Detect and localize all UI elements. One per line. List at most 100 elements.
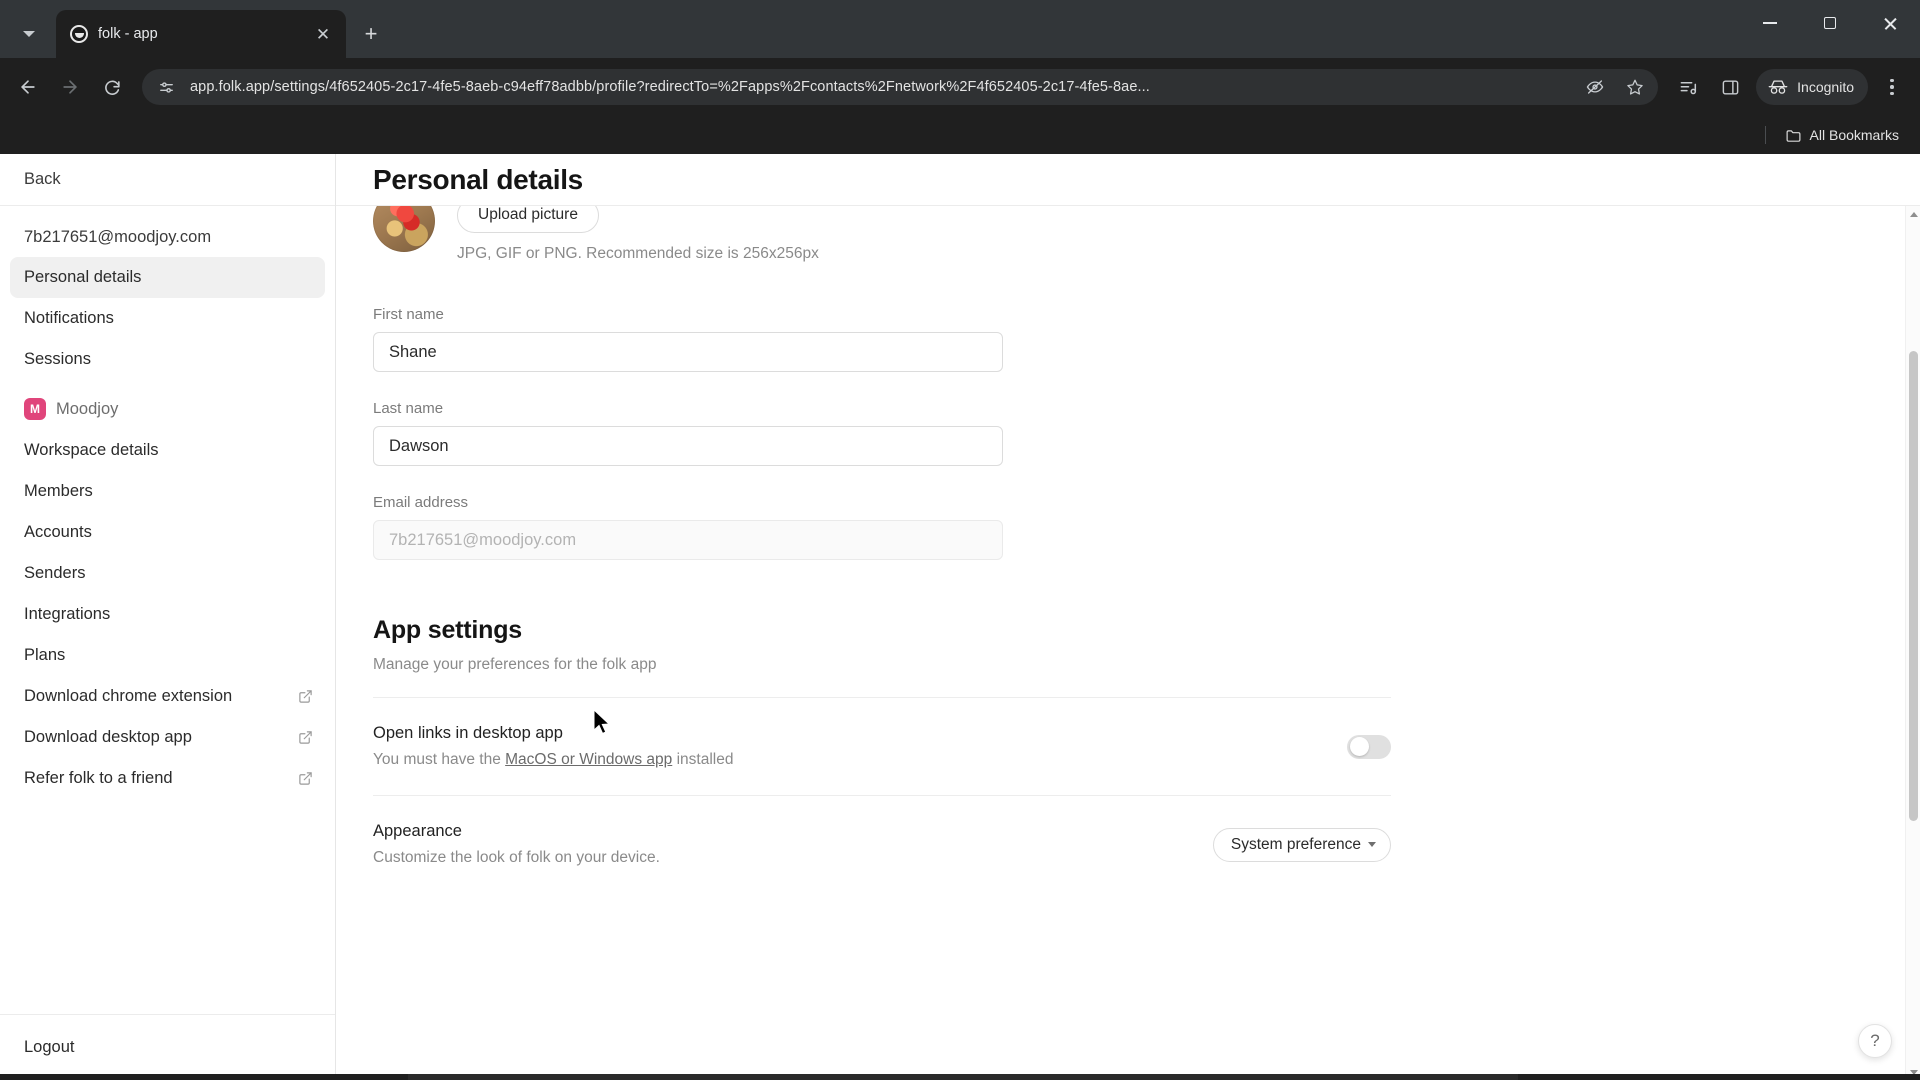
last-name-field-group: Last name <box>373 400 1391 466</box>
sidebar-item-workspace-details[interactable]: Workspace details <box>10 430 325 471</box>
bookmarks-bar: All Bookmarks <box>0 116 1920 154</box>
sidebar-item-label: Workspace details <box>24 441 159 459</box>
divider <box>1764 126 1766 144</box>
appearance-select-value: System preference <box>1230 835 1361 853</box>
desc-after: installed <box>672 751 734 768</box>
avatar <box>373 206 435 252</box>
forward-button[interactable] <box>50 67 90 107</box>
browser-menu-button[interactable] <box>1872 67 1912 107</box>
scroll-up-button[interactable] <box>1906 206 1920 222</box>
reload-button[interactable] <box>92 67 132 107</box>
sidebar-item-label: Plans <box>24 646 66 664</box>
open-links-toggle[interactable] <box>1347 734 1391 759</box>
window-controls <box>1740 0 1920 46</box>
sidebar-item-notifications[interactable]: Notifications <box>10 298 325 339</box>
last-name-input[interactable] <box>373 426 1003 466</box>
minimize-icon <box>1763 22 1777 24</box>
desktop-app-link[interactable]: MacOS or Windows app <box>505 751 672 768</box>
first-name-label: First name <box>373 306 444 323</box>
settings-content: Personal details Upload picture JPG, GIF… <box>336 154 1920 1080</box>
folder-icon <box>1786 129 1801 142</box>
chevron-down-icon <box>1368 842 1376 847</box>
sidebar-header: Back <box>0 154 335 206</box>
vertical-scrollbar[interactable] <box>1905 206 1920 1080</box>
email-input[interactable] <box>373 520 1003 560</box>
setting-row-appearance: Appearance Customize the look of folk on… <box>373 796 1391 893</box>
appearance-select[interactable]: System preference <box>1212 827 1391 862</box>
browser-window: folk - app ✕ + app.folk.app/settings/4f6… <box>0 0 1920 1080</box>
app-settings-section: App settings Manage your preferences for… <box>373 616 1391 893</box>
tab-search-button[interactable] <box>6 14 52 54</box>
workspace-badge-icon: M <box>24 398 46 420</box>
arrow-left-icon <box>21 80 35 94</box>
page-title: Personal details <box>373 163 583 195</box>
sidebar-item-personal-details[interactable]: Personal details <box>10 257 325 298</box>
back-link[interactable]: Back <box>16 165 69 194</box>
sidebar-item-download-desktop-app[interactable]: Download desktop app <box>10 717 325 758</box>
workspace-section: Workspace details Members Accounts Sende… <box>0 430 335 799</box>
url-text: app.folk.app/settings/4f652405-2c17-4fe5… <box>190 79 1150 95</box>
sidebar-item-members[interactable]: Members <box>10 471 325 512</box>
sidebar-item-accounts[interactable]: Accounts <box>10 512 325 553</box>
maximize-button[interactable] <box>1800 0 1860 46</box>
sidebar-item-integrations[interactable]: Integrations <box>10 594 325 635</box>
side-panel-icon[interactable] <box>1710 67 1750 107</box>
sidebar-item-label: Integrations <box>24 605 111 623</box>
sidebar-item-label: Sessions <box>24 350 91 368</box>
back-button[interactable] <box>8 67 48 107</box>
toggle-knob <box>1350 737 1369 756</box>
taskbar <box>0 1074 1920 1080</box>
last-name-label: Last name <box>373 400 444 417</box>
help-button[interactable]: ? <box>1858 1024 1892 1058</box>
app-settings-title: App settings <box>373 616 522 644</box>
personal-section: Personal details Notifications Sessions <box>0 257 335 380</box>
external-link-icon <box>298 689 313 704</box>
app-settings-subtitle: Manage your preferences for the folk app <box>373 656 657 673</box>
settings-sidebar: Back 7b217651@moodjoy.com Personal detai… <box>0 154 336 1080</box>
sidebar-item-plans[interactable]: Plans <box>10 635 325 676</box>
new-tab-button[interactable]: + <box>354 17 388 51</box>
sidebar-item-label: Senders <box>24 564 86 582</box>
sidebar-item-senders[interactable]: Senders <box>10 553 325 594</box>
star-icon[interactable] <box>1620 72 1650 102</box>
upload-picture-button[interactable]: Upload picture <box>457 206 599 233</box>
kebab-menu-icon <box>1890 78 1894 83</box>
all-bookmarks-button[interactable]: All Bookmarks <box>1776 122 1908 149</box>
close-icon[interactable]: ✕ <box>310 21 336 47</box>
browser-toolbar: app.folk.app/settings/4f652405-2c17-4fe5… <box>0 58 1920 116</box>
minimize-button[interactable] <box>1740 0 1800 46</box>
maximize-icon <box>1824 17 1836 29</box>
first-name-field-group: First name <box>373 306 1391 372</box>
browser-tab[interactable]: folk - app ✕ <box>56 10 346 58</box>
logout-button[interactable]: Logout <box>10 1030 88 1065</box>
site-settings-icon[interactable] <box>152 73 180 101</box>
eye-crossed-icon[interactable] <box>1580 72 1610 102</box>
external-link-icon <box>298 771 313 786</box>
scrollbar-thumb[interactable] <box>1909 351 1918 821</box>
upload-hint: JPG, GIF or PNG. Recommended size is 256… <box>457 244 819 262</box>
address-bar[interactable]: app.folk.app/settings/4f652405-2c17-4fe5… <box>142 69 1659 105</box>
all-bookmarks-label: All Bookmarks <box>1809 127 1899 143</box>
email-label: Email address <box>373 494 469 511</box>
content-scroll-area: Upload picture JPG, GIF or PNG. Recommen… <box>336 206 1920 1080</box>
sidebar-item-download-chrome-extension[interactable]: Download chrome extension <box>10 676 325 717</box>
arrow-right-icon <box>63 80 77 94</box>
chevron-down-icon <box>23 31 35 37</box>
first-name-input[interactable] <box>373 332 1003 372</box>
tab-title: folk - app <box>98 26 158 42</box>
page-content: Back 7b217651@moodjoy.com Personal detai… <box>0 154 1920 1080</box>
sidebar-item-sessions[interactable]: Sessions <box>10 339 325 380</box>
sidebar-item-label: Download desktop app <box>24 728 192 746</box>
desc-before: You must have the <box>373 751 506 768</box>
sidebar-item-refer-folk-to-a-friend[interactable]: Refer folk to a friend <box>10 758 325 799</box>
sidebar-item-label: Notifications <box>24 309 114 327</box>
window-close-button[interactable] <box>1860 0 1920 46</box>
triangle-up-icon <box>1909 211 1918 217</box>
reading-list-icon[interactable] <box>1668 67 1708 107</box>
sidebar-nav: 7b217651@moodjoy.com Personal details No… <box>0 206 335 1014</box>
tab-strip: folk - app ✕ + <box>0 0 1920 58</box>
account-email: 7b217651@moodjoy.com <box>24 228 212 246</box>
incognito-indicator[interactable]: Incognito <box>1756 69 1868 105</box>
sidebar-item-label: Refer folk to a friend <box>24 769 173 787</box>
